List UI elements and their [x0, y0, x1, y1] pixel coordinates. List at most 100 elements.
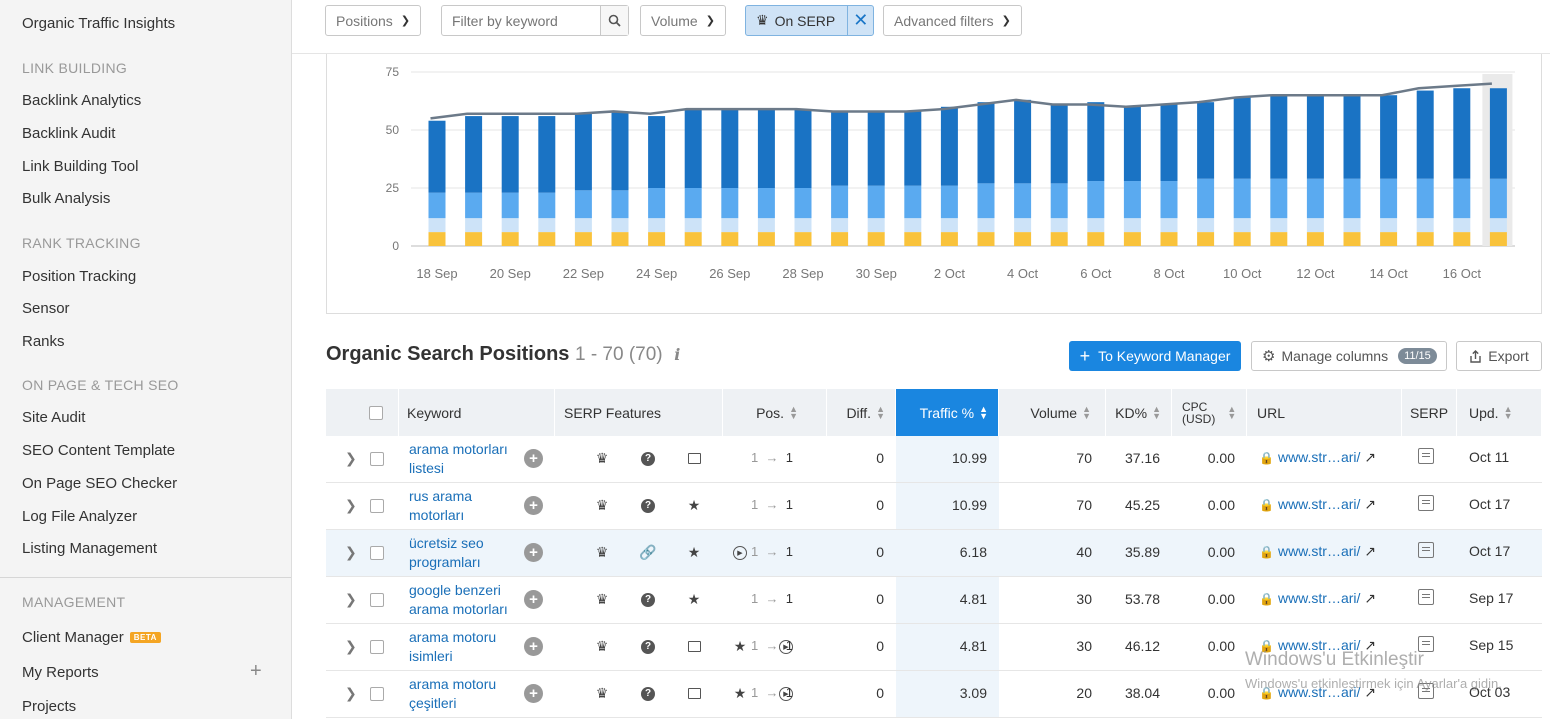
add-keyword-icon[interactable]: +: [524, 637, 543, 656]
add-keyword-icon[interactable]: +: [524, 684, 543, 703]
column-keyword[interactable]: Keyword: [399, 389, 555, 436]
expand-row-icon[interactable]: ❯: [345, 591, 357, 608]
advanced-filters-dropdown[interactable]: Advanced filters ❯: [883, 5, 1022, 36]
expand-row-icon[interactable]: ❯: [345, 544, 357, 561]
cpc-value: 0.00: [1207, 544, 1235, 560]
traffic-value: 6.18: [959, 544, 987, 560]
bar-segment: [721, 218, 739, 233]
expand-row-icon[interactable]: ❯: [345, 638, 357, 655]
sidebar-item-position-tracking[interactable]: Position Tracking: [22, 268, 136, 285]
external-link-icon[interactable]: ↗: [1364, 590, 1376, 606]
keyword-link[interactable]: arama motorları listesi: [409, 440, 519, 478]
column-serp[interactable]: SERP: [1402, 389, 1457, 436]
x-tick-label: 2 Oct: [934, 266, 965, 281]
keyword-link[interactable]: arama motoru isimleri: [409, 628, 519, 666]
sidebar-item-my-reports[interactable]: My Reports: [22, 664, 99, 681]
kd-value: 35.89: [1124, 544, 1160, 560]
bar-segment: [721, 109, 739, 188]
sidebar-item-backlink-analytics[interactable]: Backlink Analytics: [22, 92, 141, 109]
add-keyword-icon[interactable]: +: [524, 496, 543, 515]
manage-columns-button[interactable]: ⚙ Manage columns 11/15: [1251, 341, 1447, 371]
positions-dropdown[interactable]: Positions ❯: [325, 5, 422, 36]
volume-dropdown[interactable]: Volume ❯: [640, 5, 726, 36]
keyword-link[interactable]: google benzeri arama motorları: [409, 581, 519, 619]
to-keyword-manager-button[interactable]: + To Keyword Manager: [1069, 341, 1241, 371]
expand-row-icon[interactable]: ❯: [345, 685, 357, 702]
column-serp-features[interactable]: SERP Features: [555, 389, 723, 436]
keyword-link[interactable]: rus arama motorları: [409, 487, 519, 525]
serp-snapshot-icon[interactable]: [1418, 495, 1434, 511]
star-icon-glyph: ★: [733, 685, 747, 701]
link-icon-glyph: 🔗: [639, 544, 657, 560]
bar-segment: [428, 232, 446, 246]
keyword-link[interactable]: arama motoru çeşitleri: [409, 675, 519, 713]
add-report-icon[interactable]: +: [250, 660, 262, 683]
volume-value: 20: [1076, 685, 1092, 701]
sidebar-item-label: Client Manager: [22, 629, 124, 646]
sidebar-item-link-building-tool[interactable]: Link Building Tool: [22, 158, 138, 175]
row-checkbox[interactable]: [370, 499, 384, 513]
serp-snapshot-icon[interactable]: [1418, 448, 1434, 464]
keyword-link[interactable]: ücretsiz seo programları: [409, 534, 519, 572]
bar-segment: [757, 188, 775, 219]
export-button[interactable]: Export: [1456, 341, 1542, 371]
sidebar-item-on-page-seo-checker[interactable]: On Page SEO Checker: [22, 475, 177, 492]
url-link[interactable]: 🔒 www.str…ari/ ↗: [1259, 590, 1376, 607]
column-kd[interactable]: KD% ▲ ▼: [1106, 389, 1172, 436]
sidebar-item-projects[interactable]: Projects: [22, 698, 76, 715]
row-checkbox[interactable]: [370, 452, 384, 466]
serp-snapshot-icon[interactable]: [1418, 589, 1434, 605]
external-link-icon[interactable]: ↗: [1364, 449, 1376, 465]
expand-row-icon[interactable]: ❯: [345, 450, 357, 467]
sidebar-item-organic-traffic-insights[interactable]: Organic Traffic Insights: [22, 15, 175, 32]
volume-label: Volume: [651, 12, 698, 29]
sidebar-item-client-manager[interactable]: Client Manager BETA: [22, 629, 161, 646]
select-all-checkbox[interactable]: [369, 405, 383, 420]
url-link[interactable]: 🔒 www.str…ari/ ↗: [1259, 449, 1376, 466]
sidebar-item-ranks[interactable]: Ranks: [22, 333, 65, 350]
position-to: 1: [785, 450, 793, 465]
sidebar-item-seo-content-template[interactable]: SEO Content Template: [22, 442, 175, 459]
keyword-filter-input[interactable]: [442, 6, 600, 35]
external-link-icon[interactable]: ↗: [1364, 543, 1376, 559]
diff-value: 0: [876, 497, 884, 513]
sidebar-item-bulk-analysis[interactable]: Bulk Analysis: [22, 190, 110, 207]
url-link[interactable]: 🔒 www.str…ari/ ↗: [1259, 543, 1376, 560]
column-url[interactable]: URL: [1247, 389, 1402, 436]
add-keyword-icon[interactable]: +: [524, 590, 543, 609]
row-checkbox[interactable]: [370, 546, 384, 560]
table-row[interactable]: ❯ arama motorları listesi + crown-icon♛q…: [326, 436, 1542, 483]
search-button[interactable]: [600, 6, 628, 35]
sort-icon: ▲ ▼: [1152, 403, 1161, 421]
sidebar-item-log-file-analyzer[interactable]: Log File Analyzer: [22, 508, 137, 525]
external-link-icon[interactable]: ↗: [1364, 496, 1376, 512]
table-row[interactable]: ❯ ücretsiz seo programları + crown-icon♛…: [326, 530, 1542, 577]
row-checkbox[interactable]: [370, 687, 384, 701]
table-row[interactable]: ❯ rus arama motorları + crown-icon♛quest…: [326, 483, 1542, 530]
sidebar-item-site-audit[interactable]: Site Audit: [22, 409, 85, 426]
row-checkbox[interactable]: [370, 593, 384, 607]
url-link[interactable]: 🔒 www.str…ari/ ↗: [1259, 496, 1376, 513]
add-keyword-icon[interactable]: +: [524, 543, 543, 562]
column-traffic[interactable]: Traffic % ▲ ▼: [896, 389, 999, 436]
sidebar-item-listing-management[interactable]: Listing Management: [22, 540, 157, 557]
sidebar-item-sensor[interactable]: Sensor: [22, 300, 70, 317]
column-upd[interactable]: Upd. ▲ ▼: [1457, 389, 1542, 436]
crown-icon-glyph: ♛: [595, 591, 609, 607]
column-cpc[interactable]: CPC (USD) ▲ ▼: [1172, 389, 1247, 436]
serp-snapshot-icon[interactable]: [1418, 542, 1434, 558]
column-volume[interactable]: Volume ▲ ▼: [999, 389, 1106, 436]
close-icon[interactable]: ✕: [847, 6, 873, 35]
add-keyword-icon[interactable]: +: [524, 449, 543, 468]
info-icon[interactable]: i: [674, 345, 680, 364]
column-pos[interactable]: Pos. ▲ ▼: [723, 389, 827, 436]
traffic-value: 3.09: [959, 685, 987, 701]
row-checkbox[interactable]: [370, 640, 384, 654]
column-diff[interactable]: Diff. ▲ ▼: [827, 389, 896, 436]
expand-row-icon[interactable]: ❯: [345, 497, 357, 514]
sidebar-item-backlink-audit[interactable]: Backlink Audit: [22, 125, 115, 142]
on-serp-filter[interactable]: ♛ On SERP ✕: [745, 5, 875, 36]
serp-features: crown-icon♛question-icon?image-icon: [571, 450, 702, 467]
table-row[interactable]: ❯ google benzeri arama motorları + crown…: [326, 577, 1542, 624]
bar-segment: [1343, 178, 1361, 219]
